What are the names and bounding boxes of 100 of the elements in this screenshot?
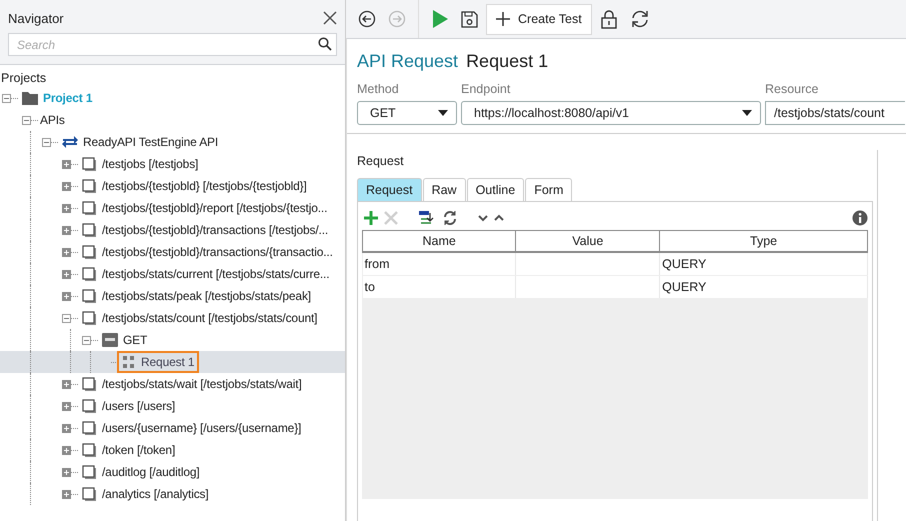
tree-item-label: APIs [40, 113, 65, 127]
tree-item-label: /testjobs/{testjobld} [/testjobs/{testjobld}] [102, 179, 307, 193]
column-header[interactable]: Value [516, 230, 660, 252]
tree-item-label: /testjobs/{testjobld}/transactions/{transactio... [102, 245, 333, 259]
pages-icon [82, 442, 97, 458]
tree-item-label: ReadyAPI TestEngine API [83, 135, 218, 149]
close-icon[interactable] [323, 11, 337, 25]
pages-icon [82, 156, 97, 172]
pages-icon [82, 200, 97, 216]
tree-row[interactable]: /testjobs/{testjobld} [/testjobs/{testjobld}] [0, 175, 345, 197]
tree-row[interactable]: ReadyAPI TestEngine API [0, 131, 345, 153]
tree-item-label: /testjobs/stats/count [/testjobs/stats/count] [102, 311, 318, 325]
tab[interactable]: Form [525, 178, 572, 201]
search-field[interactable]: Search [8, 33, 337, 56]
tree-item-label: /testjobs/{testjobld}/report [/testjobs/{testjo... [102, 201, 328, 215]
move-down-icon[interactable] [478, 214, 488, 222]
collapse-icon[interactable] [22, 116, 31, 124]
collapse-icon[interactable] [82, 336, 91, 344]
plus-icon [496, 12, 510, 26]
collapse-icon[interactable] [42, 138, 51, 146]
pages-icon [82, 420, 97, 436]
collapse-icon[interactable] [62, 314, 71, 322]
sync-icon[interactable] [442, 210, 458, 226]
tree-row[interactable]: /token [/token] [0, 439, 345, 461]
pages-icon [82, 310, 97, 326]
pages-icon [82, 178, 97, 194]
tree-item-label: /testjobs [/testjobs] [102, 157, 198, 171]
dropdown-field[interactable]: GET [357, 101, 457, 125]
tree-item-label: /testjobs/stats/peak [/testjobs/stats/peak] [102, 289, 311, 303]
tree-item-label: /users/{username} [/users/{username}] [102, 421, 302, 435]
tree-row[interactable]: /testjobs/{testjobld}/transactions/{transactio... [0, 241, 345, 263]
pages-icon [82, 398, 97, 414]
expand-icon[interactable] [62, 226, 71, 234]
expand-icon[interactable] [62, 182, 71, 190]
tree-row[interactable]: /auditlog [/auditlog] [0, 461, 345, 483]
column-header[interactable]: Type [660, 230, 868, 252]
tree-item-label: Request 1 [141, 355, 194, 369]
add-icon[interactable] [364, 211, 378, 225]
type-cell: QUERY [660, 276, 868, 298]
expand-icon[interactable] [62, 402, 71, 410]
request-icon [122, 354, 136, 370]
tree-row[interactable]: /users/{username} [/users/{username}] [0, 417, 345, 439]
search-icon [318, 37, 332, 51]
expand-icon[interactable] [62, 270, 71, 278]
tree-row[interactable]: /testjobs/stats/wait [/testjobs/stats/wait] [0, 373, 345, 395]
expand-icon[interactable] [62, 160, 71, 168]
type-cell: QUERY [660, 252, 868, 276]
section-label: Request [357, 154, 405, 168]
expand-icon[interactable] [62, 468, 71, 476]
column-header[interactable]: Name [362, 230, 516, 252]
tree-item-label: /token [/token] [102, 443, 176, 457]
tree-item-label: /testjobs/{testjobld}/transactions [/testjobs/... [102, 223, 328, 237]
swap-arrows-icon [62, 135, 78, 149]
tree-row[interactable]: APIs [0, 109, 345, 131]
tree-row[interactable]: /testjobs/stats/count [/testjobs/stats/count] [0, 307, 345, 329]
tab[interactable]: Outline [466, 178, 524, 201]
pages-icon [82, 464, 97, 480]
pages-icon [82, 486, 97, 502]
request-type-label: API Request [357, 51, 458, 72]
expand-icon[interactable] [62, 204, 71, 212]
tree-row[interactable]: /testjobs [/testjobs] [0, 153, 345, 175]
method-icon [102, 333, 118, 347]
info-icon[interactable] [852, 210, 868, 226]
tree-item-label: /analytics [/analytics] [102, 487, 209, 501]
expand-icon[interactable] [62, 380, 71, 388]
move-up-icon[interactable] [494, 214, 504, 222]
dropdown-arrow-icon [742, 110, 752, 116]
tab[interactable]: Request [357, 178, 422, 201]
url-icon[interactable] [418, 210, 436, 226]
dropdown-arrow-icon [438, 110, 448, 116]
expand-icon[interactable] [62, 292, 71, 300]
tree-row[interactable]: Request 1 [0, 351, 345, 373]
tree-row[interactable]: GET [0, 329, 345, 351]
name-cell: to [362, 276, 516, 298]
tab[interactable]: Raw [422, 178, 466, 201]
text-field[interactable]: /testjobs/stats/count [765, 101, 905, 125]
panel-title: Navigator [8, 10, 64, 26]
tree-item-label: /testjobs/stats/current [/testjobs/stats/curre... [102, 267, 330, 281]
tree-row[interactable]: /analytics [/analytics] [0, 483, 345, 505]
tree-item-label: /users [/users] [102, 399, 176, 413]
tree-row[interactable]: /testjobs/{testjobld}/report [/testjobs/{testjo... [0, 197, 345, 219]
tree-row[interactable]: /users [/users] [0, 395, 345, 417]
tree-row[interactable]: /testjobs/stats/peak [/testjobs/stats/peak] [0, 285, 345, 307]
collapse-icon[interactable] [2, 94, 11, 102]
tree-item-label: Project 1 [43, 91, 92, 105]
pages-icon [82, 376, 97, 392]
expand-icon[interactable] [62, 248, 71, 256]
tree-row[interactable]: /testjobs/{testjobld}/transactions [/testjobs/... [0, 219, 345, 241]
pages-icon [82, 244, 97, 260]
folder-icon [22, 91, 38, 105]
dropdown-field[interactable]: https://localhost:8080/api/v1 [461, 101, 761, 125]
request-name: Request 1 [466, 51, 548, 72]
name-cell: from [362, 252, 516, 276]
tree-row[interactable]: /testjobs/stats/current [/testjobs/stats/curre... [0, 263, 345, 285]
create-test-button[interactable]: Create Test [486, 4, 592, 34]
section-label: Projects [0, 70, 48, 87]
expand-icon[interactable] [62, 490, 71, 498]
tree-item-label: GET [123, 333, 148, 347]
expand-icon[interactable] [62, 446, 71, 454]
expand-icon[interactable] [62, 424, 71, 432]
